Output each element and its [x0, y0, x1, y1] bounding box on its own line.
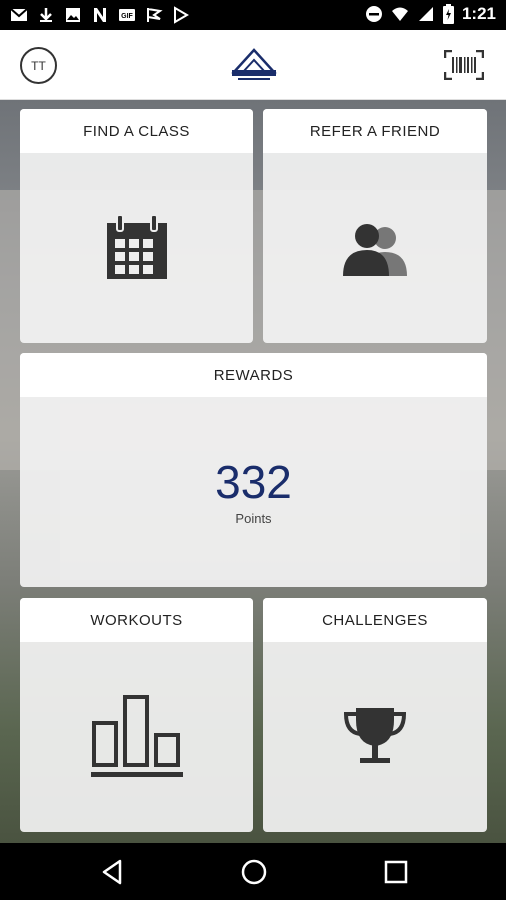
photo-icon	[66, 8, 80, 22]
find-a-class-label: FIND A CLASS	[20, 109, 253, 153]
svg-text:GIF: GIF	[121, 13, 133, 20]
rewards-tile[interactable]: REWARDS 332 Points	[20, 353, 487, 587]
workouts-tile[interactable]: WORKOUTS	[20, 598, 253, 832]
recents-icon[interactable]	[381, 857, 411, 887]
navigation-bar	[0, 843, 506, 900]
battery-icon	[442, 4, 454, 24]
back-icon[interactable]	[98, 857, 128, 887]
bar-chart-icon	[90, 695, 183, 777]
challenges-tile[interactable]: CHALLENGES	[263, 598, 487, 832]
barcode-icon[interactable]	[444, 50, 484, 80]
home-icon[interactable]	[239, 857, 269, 887]
points-label: Points	[235, 510, 272, 526]
wifi-icon	[391, 7, 408, 21]
gif-icon: GIF	[119, 9, 135, 21]
app-bar: TT	[0, 30, 506, 100]
notification-icons: GIF	[10, 6, 190, 24]
gmail-icon	[10, 8, 28, 21]
calendar-icon	[106, 215, 167, 279]
refer-a-friend-label: REFER A FRIEND	[263, 109, 487, 153]
cellular-icon	[418, 7, 433, 21]
do-not-disturb-icon	[365, 6, 382, 22]
download-icon	[40, 8, 52, 22]
avatar-initials: TT	[31, 58, 46, 73]
profile-avatar-button[interactable]: TT	[20, 47, 57, 84]
refer-a-friend-tile[interactable]: REFER A FRIEND	[263, 109, 487, 343]
n-app-icon	[94, 8, 106, 22]
system-icons: 1:21	[365, 4, 496, 24]
users-icon	[343, 224, 407, 276]
workouts-label: WORKOUTS	[20, 598, 253, 642]
trophy-icon	[343, 708, 407, 763]
flag-icon	[147, 8, 163, 22]
rewards-label: REWARDS	[20, 353, 487, 397]
clock: 1:21	[461, 4, 496, 23]
points-value: 332	[215, 455, 292, 508]
play-store-icon	[174, 6, 189, 24]
club-logo-icon	[231, 48, 277, 80]
challenges-label: CHALLENGES	[263, 598, 487, 642]
status-bar: GIF 1:21	[0, 0, 506, 30]
find-a-class-tile[interactable]: FIND A CLASS	[20, 109, 253, 343]
